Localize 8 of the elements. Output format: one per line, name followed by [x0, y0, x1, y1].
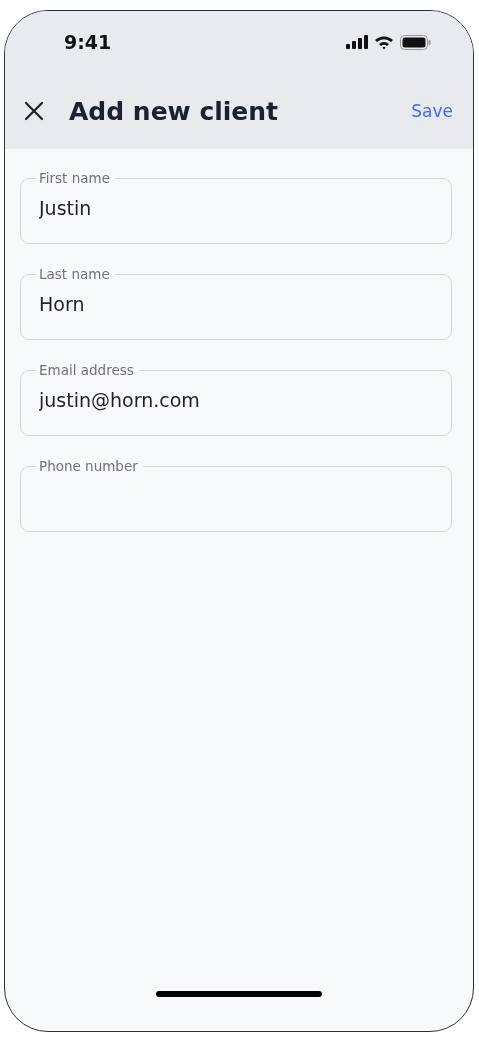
close-icon [23, 100, 45, 122]
signal-icon [346, 35, 368, 49]
page-title: Add new client [69, 96, 280, 126]
battery-icon [400, 34, 431, 50]
close-button[interactable] [23, 100, 45, 122]
save-button[interactable]: Save [411, 101, 453, 121]
status-time: 9:41 [64, 31, 112, 53]
wifi-icon [374, 34, 394, 50]
